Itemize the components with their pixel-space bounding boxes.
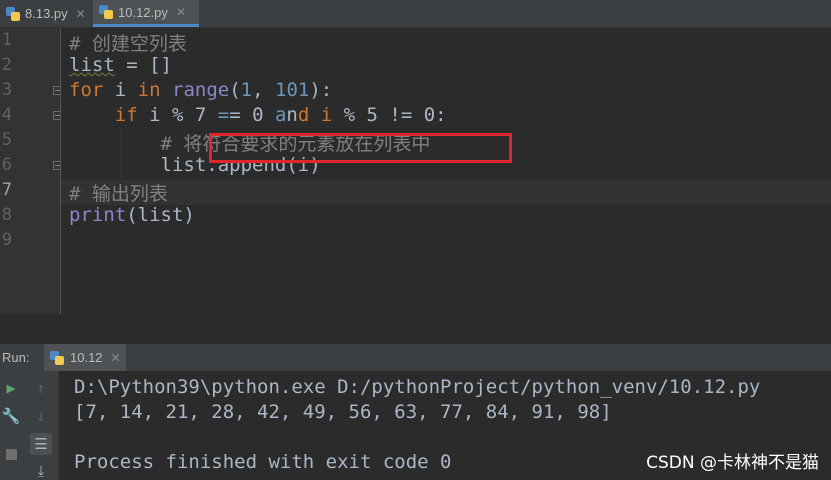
run-label: Run: — [2, 350, 30, 365]
tab-label: 8.13.py — [25, 6, 68, 21]
console-line: Process finished with exit code 0 — [74, 451, 452, 473]
close-icon[interactable]: ✕ — [176, 5, 186, 19]
code-line-1: # 创建空列表 — [69, 33, 187, 55]
close-icon[interactable]: ✕ — [76, 7, 86, 21]
current-line-highlight — [61, 180, 831, 205]
run-panel-header: Run: 10.12 ✕ — [0, 344, 831, 371]
close-icon[interactable]: ✕ — [111, 351, 121, 365]
line-number-gutter: 1 2 3 4 5 6 7 8 9 — [0, 28, 62, 314]
run-toolbar-primary: ▶ 🔧 — [0, 371, 24, 480]
editor-bottom-area — [0, 314, 831, 345]
code-editor[interactable]: # 创建空列表 list = [] for i in range(1, 101)… — [61, 28, 831, 314]
run-icon[interactable]: ▶ — [2, 379, 20, 397]
watermark: CSDN @卡林神不是猫 — [646, 453, 819, 473]
python-file-icon — [50, 350, 64, 365]
stop-icon[interactable] — [2, 445, 20, 463]
line-number: 8 — [1, 205, 12, 225]
code-line-3: for i in range(1, 101): — [69, 79, 333, 101]
run-tab-label: 10.12 — [70, 350, 103, 365]
line-number: 6 — [1, 155, 12, 175]
highlight-box — [209, 133, 512, 163]
console-line: D:\Python39\python.exe D:/pythonProject/… — [74, 376, 761, 398]
code-line-7: # 输出列表 — [69, 183, 168, 205]
wrench-icon[interactable]: 🔧 — [2, 407, 21, 425]
up-arrow-icon[interactable]: ↑ — [32, 379, 50, 397]
line-number: 5 — [1, 130, 12, 150]
down-arrow-icon[interactable]: ↓ — [32, 407, 50, 425]
line-number: 9 — [1, 230, 12, 250]
line-number: 3 — [1, 80, 12, 100]
code-line-2: list = [] — [69, 54, 172, 76]
run-tab[interactable]: 10.12 ✕ — [44, 344, 126, 371]
tab-8-13[interactable]: 8.13.py ✕ — [0, 0, 92, 27]
code-line-8: print(list) — [69, 204, 195, 226]
python-file-icon — [99, 5, 113, 19]
line-number: 1 — [1, 30, 12, 50]
console-line: [7, 14, 21, 28, 42, 49, 56, 63, 77, 84, … — [74, 401, 612, 423]
line-number: 7 — [1, 180, 12, 200]
run-toolbar-secondary: ↑ ↓ ☰ ⤓ — [24, 371, 59, 480]
editor-tab-bar: 8.13.py ✕ 10.12.py ✕ — [0, 0, 831, 28]
code-line-4: if i % 7 == 0 and i % 5 != 0: — [114, 104, 447, 126]
tab-10-12[interactable]: 10.12.py ✕ — [93, 0, 199, 27]
python-file-icon — [6, 6, 20, 21]
line-number: 4 — [1, 105, 12, 125]
soft-wrap-icon[interactable]: ☰ — [30, 433, 52, 455]
tab-label: 10.12.py — [118, 4, 168, 20]
line-number: 2 — [1, 55, 12, 75]
scroll-to-end-icon[interactable]: ⤓ — [32, 462, 50, 480]
